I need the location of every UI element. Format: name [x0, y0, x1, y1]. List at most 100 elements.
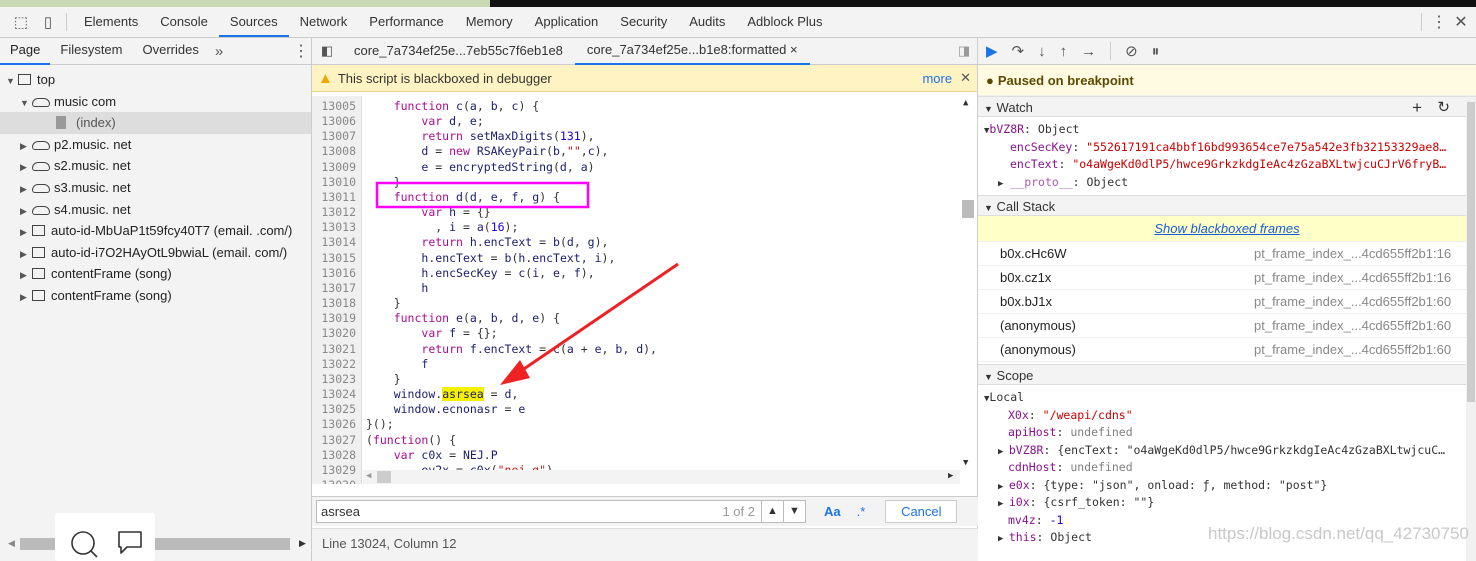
- line-number[interactable]: 13017: [312, 281, 356, 296]
- watch-expression[interactable]: ▼bVZ8R: Object: [984, 121, 1476, 139]
- scope-variable[interactable]: ▶ e0x: {type: "json", onload: ƒ, method:…: [984, 477, 1476, 495]
- code-line[interactable]: 13011 function d(d, e, f, g) {: [312, 190, 962, 205]
- call-frame[interactable]: b0x.cHc6W pt_frame_index_...4cd655ff2b1:1…: [978, 242, 1476, 266]
- tree-item[interactable]: ▶ auto-id-MbUaP1t59fcy40T7 (email. .com/): [0, 220, 311, 242]
- collapsed-triangle-icon[interactable]: ▶: [20, 222, 32, 244]
- horizontal-scrollbar[interactable]: ◀ ▶: [0, 536, 311, 552]
- code-line[interactable]: 13024 window.asrsea = d,: [312, 387, 962, 402]
- code-line[interactable]: 13009 e = encryptedString(d, a): [312, 160, 962, 175]
- collapsed-triangle-icon[interactable]: ▶: [20, 157, 32, 179]
- code-line[interactable]: 13021 return f.encText = c(a + e, b, d),: [312, 342, 962, 357]
- toggle-navigator-icon[interactable]: ◧: [312, 43, 342, 59]
- line-number[interactable]: 13027: [312, 433, 356, 448]
- navigator-menu-icon[interactable]: ⋮: [291, 41, 311, 61]
- code-line[interactable]: 13023 }: [312, 372, 962, 387]
- expand-triangle-icon[interactable]: ▶: [998, 534, 1009, 544]
- line-number[interactable]: 13028: [312, 448, 356, 463]
- code-line[interactable]: 13026}();: [312, 417, 962, 432]
- collapsed-triangle-icon[interactable]: ▶: [20, 201, 32, 223]
- tab-application[interactable]: Application: [524, 7, 610, 37]
- search-icon[interactable]: [70, 530, 100, 560]
- line-number[interactable]: 13015: [312, 251, 356, 266]
- line-number[interactable]: 13010: [312, 175, 356, 190]
- call-frame[interactable]: b0x.cz1x pt_frame_index_...4cd655ff2b1:16: [978, 266, 1476, 290]
- line-number[interactable]: 13008: [312, 144, 356, 159]
- expanded-triangle-icon[interactable]: ▼: [20, 93, 32, 115]
- step-into-icon[interactable]: ↓: [1038, 43, 1046, 60]
- code-line[interactable]: 13022 f: [312, 357, 962, 372]
- collapsed-triangle-icon[interactable]: ▶: [20, 265, 32, 287]
- close-tab-icon[interactable]: ×: [790, 42, 798, 57]
- tab-sources[interactable]: Sources: [218, 7, 289, 37]
- expand-triangle-icon[interactable]: ▶: [998, 482, 1009, 492]
- code-line[interactable]: 13010 }: [312, 175, 962, 190]
- line-number[interactable]: 13016: [312, 266, 356, 281]
- editor-tab-formatted[interactable]: core_7a734ef25e...b1e8:formatted ×: [574, 37, 810, 65]
- call-frame[interactable]: (anonymous) pt_frame_index_...4cd655ff2b1…: [978, 314, 1476, 338]
- watch-header[interactable]: ▼ Watch + ↻: [978, 96, 1476, 117]
- frame-location[interactable]: pt_frame_index_...4cd655ff2b1:60: [1254, 314, 1451, 338]
- collapsed-triangle-icon[interactable]: ▶: [20, 179, 32, 201]
- line-number[interactable]: 13024: [312, 387, 356, 402]
- more-menu-icon[interactable]: ⋮: [1431, 12, 1447, 32]
- line-number[interactable]: 13025: [312, 402, 356, 417]
- tab-overrides[interactable]: Overrides: [133, 37, 209, 65]
- tree-item[interactable]: ▶ contentFrame (song): [0, 263, 311, 285]
- find-input[interactable]: [317, 501, 723, 522]
- watch-proto[interactable]: ▶ __proto__: Object: [984, 174, 1476, 192]
- step-icon[interactable]: →: [1081, 43, 1096, 60]
- line-number[interactable]: 13013: [312, 220, 356, 235]
- refresh-watch-icon[interactable]: ↻: [1437, 97, 1450, 118]
- tab-filesystem[interactable]: Filesystem: [50, 37, 132, 65]
- more-link[interactable]: more: [922, 71, 952, 86]
- collapsed-triangle-icon[interactable]: ▶: [20, 244, 32, 266]
- editor-tab-original[interactable]: core_7a734ef25e...7eb55c7f6eb1e8: [342, 38, 575, 64]
- expand-triangle-icon[interactable]: ▶: [998, 447, 1009, 457]
- line-number[interactable]: 13030: [312, 478, 356, 484]
- tab-page[interactable]: Page: [0, 37, 51, 65]
- call-stack-header[interactable]: ▼ Call Stack: [978, 195, 1476, 216]
- tree-item[interactable]: ▼ top: [0, 69, 311, 91]
- code-line[interactable]: 13025 window.ecnonasr = e: [312, 402, 962, 417]
- collapsed-triangle-icon[interactable]: ▶: [20, 136, 32, 158]
- expanded-triangle-icon[interactable]: ▼: [6, 71, 18, 93]
- code-line[interactable]: 13018 }: [312, 296, 962, 311]
- line-number[interactable]: 13009: [312, 160, 356, 175]
- add-watch-icon[interactable]: +: [1412, 97, 1422, 118]
- cancel-button[interactable]: Cancel: [885, 500, 958, 523]
- tab-memory[interactable]: Memory: [455, 7, 524, 37]
- line-number[interactable]: 13023: [312, 372, 356, 387]
- tree-item[interactable]: ▶ p2.music. net: [0, 134, 311, 156]
- code-line[interactable]: 13013 , i = a(16);: [312, 220, 962, 235]
- line-number[interactable]: 13005: [312, 99, 356, 114]
- find-next-button[interactable]: ▼: [783, 501, 805, 522]
- tree-item[interactable]: ▶ contentFrame (song): [0, 285, 311, 307]
- line-number[interactable]: 13019: [312, 311, 356, 326]
- close-devtools-icon[interactable]: ✕: [1446, 12, 1476, 32]
- code-line[interactable]: 13020 var f = {};: [312, 326, 962, 341]
- call-frame[interactable]: b0x.bJ1x pt_frame_index_...4cd655ff2b1:60: [978, 290, 1476, 314]
- show-blackboxed-link[interactable]: Show blackboxed frames: [1154, 221, 1299, 236]
- tree-item[interactable]: ▶ auto-id-i7O2HAyOtL9bwiaL (email. com/): [0, 242, 311, 264]
- line-number[interactable]: 13020: [312, 326, 356, 341]
- code-line[interactable]: 13017 h: [312, 281, 962, 296]
- scope-variable[interactable]: ▶ bVZ8R: {encText: "o4aWgeKd0dlP5/hwce9G…: [984, 442, 1476, 460]
- code-area[interactable]: 13005 function c(a, b, c) {13006 var d, …: [312, 96, 978, 484]
- tab-elements[interactable]: Elements: [73, 7, 149, 37]
- code-line[interactable]: 13006 var d, e;: [312, 114, 962, 129]
- device-toolbar-icon[interactable]: ▯: [36, 13, 60, 31]
- tab-performance[interactable]: Performance: [358, 7, 454, 37]
- line-number[interactable]: 13011: [312, 190, 356, 205]
- code-line[interactable]: 13019 function e(a, b, d, e) {: [312, 311, 962, 326]
- resume-icon[interactable]: ▶︎: [986, 42, 998, 60]
- tree-item[interactable]: (index): [0, 112, 311, 134]
- code-line[interactable]: 13012 var h = {}: [312, 205, 962, 220]
- line-number[interactable]: 13029: [312, 463, 356, 478]
- code-line[interactable]: 13028 var c0x = NEJ.P: [312, 448, 962, 463]
- line-number[interactable]: 13021: [312, 342, 356, 357]
- tab-audits[interactable]: Audits: [678, 7, 736, 37]
- frame-location[interactable]: pt_frame_index_...4cd655ff2b1:16: [1254, 266, 1451, 290]
- call-frame[interactable]: (anonymous) pt_frame_index_...4cd655ff2b1…: [978, 338, 1476, 362]
- close-warning-icon[interactable]: ✕: [960, 70, 971, 86]
- tree-item[interactable]: ▶ s4.music. net: [0, 199, 311, 221]
